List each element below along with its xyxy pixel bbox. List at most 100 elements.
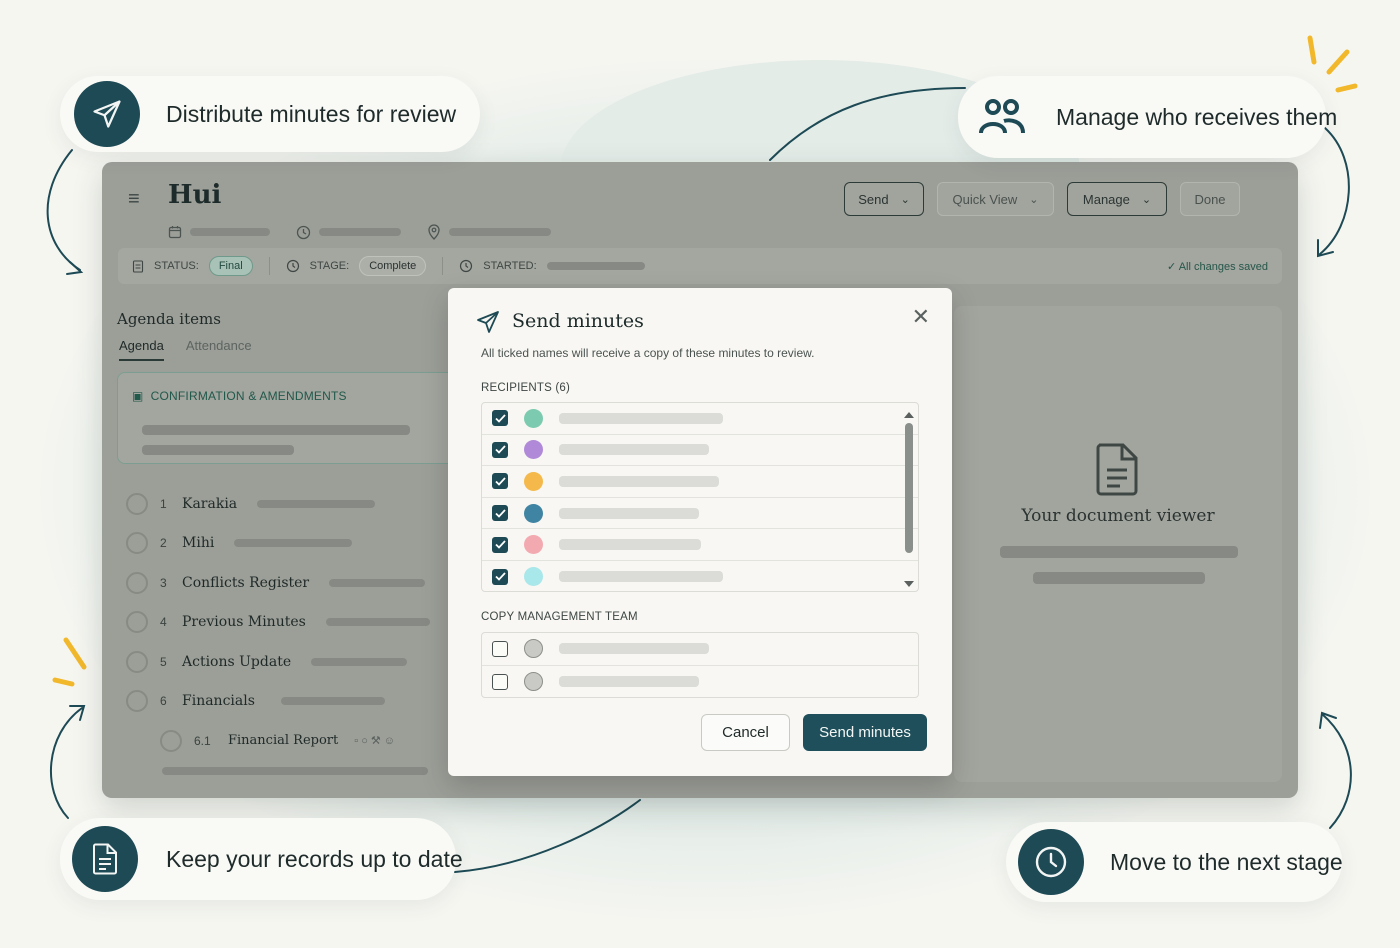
scroll-up-icon[interactable]	[902, 410, 916, 420]
close-icon[interactable]: ✕	[912, 304, 930, 330]
agenda-item[interactable]: 6 Financials	[126, 682, 430, 722]
menu-icon[interactable]: ≡	[128, 188, 140, 211]
agenda-item[interactable]: 4 Previous Minutes	[126, 603, 430, 643]
document-icon	[1096, 443, 1138, 496]
recipient-row[interactable]	[482, 529, 918, 561]
avatar	[524, 471, 543, 491]
agenda-heading: Agenda items	[117, 310, 221, 328]
recipient-row[interactable]	[482, 561, 918, 591]
placeholder-line	[1000, 546, 1238, 558]
lock-icon: ▣	[132, 389, 144, 403]
recipient-row[interactable]	[482, 466, 918, 498]
item-action-icons[interactable]: ▫ ○ ⚒ ☺	[354, 734, 395, 747]
users-icon	[970, 84, 1036, 150]
meta-date-value	[190, 228, 270, 236]
agenda-item[interactable]: 3 Conflicts Register	[126, 563, 430, 603]
status-circle-icon[interactable]	[160, 729, 182, 752]
checkbox-checked[interactable]	[492, 410, 508, 427]
recipient-row[interactable]	[482, 498, 918, 530]
recipient-name-placeholder	[559, 539, 701, 551]
document-status-icon	[132, 259, 144, 273]
member-name-placeholder	[559, 676, 699, 688]
checkbox-checked[interactable]	[492, 536, 508, 553]
avatar	[524, 408, 543, 428]
checkbox-checked[interactable]	[492, 505, 508, 522]
agenda-item-number: 3	[160, 575, 167, 590]
quick-view-dropdown-button[interactable]: Quick View ⌄	[937, 182, 1054, 216]
management-row[interactable]	[482, 633, 918, 666]
tab-agenda[interactable]: Agenda	[119, 338, 164, 361]
done-button-label: Done	[1194, 191, 1226, 207]
placeholder-line	[142, 445, 294, 455]
confirmation-section[interactable]: ▣ CONFIRMATION & AMENDMENTS	[117, 372, 462, 464]
stage-badge[interactable]: Complete	[359, 256, 427, 276]
agenda-item-name: Conflicts Register	[182, 574, 310, 591]
status-circle-icon[interactable]	[126, 611, 148, 634]
send-dropdown-button[interactable]: Send ⌄	[844, 182, 924, 216]
page-title: Hui	[168, 180, 222, 210]
calendar-icon	[168, 226, 182, 239]
agenda-sub-item[interactable]: 6.1 Financial Report ▫ ○ ⚒ ☺	[126, 721, 430, 761]
status-circle-icon[interactable]	[126, 571, 148, 594]
callout-stage-text: Move to the next stage	[1110, 848, 1343, 875]
scrollbar-thumb[interactable]	[905, 423, 913, 553]
clock-icon	[1018, 829, 1084, 895]
checkbox-unchecked[interactable]	[492, 640, 508, 657]
recipient-name-placeholder	[559, 444, 709, 456]
management-row[interactable]	[482, 666, 918, 698]
document-viewer: Your document viewer	[954, 306, 1282, 782]
started-value	[546, 262, 645, 270]
agenda-item-name: Previous Minutes	[182, 614, 306, 631]
placeholder-line	[162, 766, 428, 775]
meta-date	[168, 225, 270, 239]
avatar	[524, 567, 543, 587]
quick-view-button-label: Quick View	[952, 191, 1018, 207]
status-label: STATUS:	[154, 260, 199, 272]
checkbox-checked[interactable]	[492, 441, 508, 458]
status-circle-icon[interactable]	[126, 650, 148, 673]
tab-attendance[interactable]: Attendance	[186, 338, 252, 361]
avatar	[524, 535, 543, 555]
dialog-description: All ticked names will receive a copy of …	[481, 346, 815, 360]
meta-time-value	[319, 228, 401, 236]
stage-label: STAGE:	[309, 260, 350, 272]
recipients-list[interactable]	[481, 402, 919, 592]
placeholder-line	[325, 618, 430, 627]
send-minutes-button[interactable]: Send minutes	[803, 714, 927, 751]
placeholder-line	[257, 499, 376, 508]
checkbox-unchecked[interactable]	[492, 673, 508, 690]
started-label: STARTED:	[483, 260, 537, 272]
callout-records-text: Keep your records up to date	[166, 845, 463, 872]
check-icon	[494, 445, 506, 455]
callout-records: Keep your records up to date	[60, 818, 463, 900]
agenda-item-number: 2	[160, 536, 167, 551]
recipient-name-placeholder	[559, 507, 699, 519]
checkbox-checked[interactable]	[492, 473, 508, 490]
manage-dropdown-button[interactable]: Manage ⌄	[1067, 182, 1167, 216]
check-icon	[494, 414, 506, 423]
confirmation-label: ▣ CONFIRMATION & AMENDMENTS	[132, 389, 347, 403]
agenda-item[interactable]: 5 Actions Update	[126, 642, 430, 682]
agenda-item[interactable]: 1 Karakia	[126, 484, 430, 524]
recipient-row[interactable]	[482, 403, 918, 435]
placeholder-line	[329, 578, 426, 587]
avatar	[524, 639, 543, 659]
scroll-down-icon[interactable]	[902, 579, 916, 589]
scrollbar[interactable]	[902, 407, 916, 589]
status-circle-icon[interactable]	[126, 492, 148, 515]
clock-icon	[286, 259, 299, 273]
recipient-row[interactable]	[482, 435, 918, 467]
status-circle-icon[interactable]	[126, 690, 148, 713]
management-list[interactable]	[481, 632, 919, 698]
done-button[interactable]: Done	[1180, 182, 1240, 216]
checkbox-checked[interactable]	[492, 568, 508, 585]
cancel-button[interactable]: Cancel	[701, 714, 790, 751]
status-badge[interactable]: Final	[208, 256, 253, 276]
agenda-item-number: 6	[160, 694, 167, 709]
agenda-item[interactable]: 2 Mihi	[126, 524, 430, 564]
agenda-list: 1 Karakia 2 Mihi 3 Conflicts Register 4 …	[126, 484, 430, 780]
recipient-name-placeholder	[559, 475, 719, 487]
avatar	[524, 672, 543, 692]
check-icon	[494, 477, 506, 486]
status-circle-icon[interactable]	[126, 532, 148, 555]
